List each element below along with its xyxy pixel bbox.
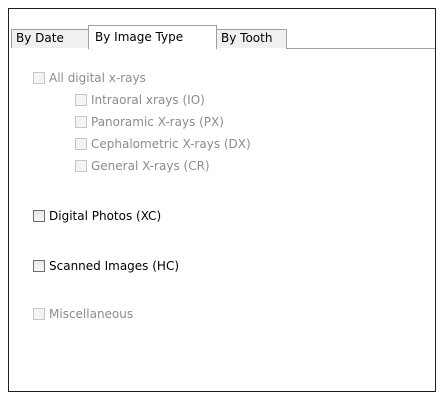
panoramic-xrays-checkbox[interactable]: Panoramic X-rays (PX)	[75, 113, 224, 131]
checkbox-label: Intraoral xrays (IO)	[91, 93, 205, 107]
checkbox-box[interactable]	[33, 260, 45, 272]
all-digital-xrays-checkbox[interactable]: All digital x-rays	[33, 69, 146, 87]
checkbox-box[interactable]	[33, 210, 45, 222]
tab-strip: By Date By Image Type By Tooth	[9, 25, 435, 49]
tab-by-image-type[interactable]: By Image Type	[88, 25, 217, 49]
checkbox-label: All digital x-rays	[49, 71, 146, 85]
general-xrays-checkbox[interactable]: General X-rays (CR)	[75, 157, 210, 175]
intraoral-xrays-checkbox[interactable]: Intraoral xrays (IO)	[75, 91, 205, 109]
checkbox-label: Miscellaneous	[49, 307, 134, 321]
scanned-images-checkbox[interactable]: Scanned Images (HC)	[33, 257, 179, 275]
checkbox-box[interactable]	[75, 116, 87, 128]
tab-by-date[interactable]: By Date	[11, 29, 89, 48]
image-filter-window: By Date By Image Type By Tooth All digit…	[8, 8, 436, 392]
checkbox-box[interactable]	[75, 160, 87, 172]
checkbox-box[interactable]	[75, 94, 87, 106]
checkbox-label: Digital Photos (XC)	[49, 209, 162, 223]
miscellaneous-checkbox[interactable]: Miscellaneous	[33, 305, 133, 323]
digital-photos-checkbox[interactable]: Digital Photos (XC)	[33, 207, 161, 225]
tab-by-tooth[interactable]: By Tooth	[216, 29, 287, 48]
cephalometric-xrays-checkbox[interactable]: Cephalometric X-rays (DX)	[75, 135, 251, 153]
checkbox-label: Scanned Images (HC)	[49, 259, 180, 273]
checkbox-label: Panoramic X-rays (PX)	[91, 115, 224, 129]
checkbox-label: General X-rays (CR)	[91, 159, 210, 173]
checkbox-box[interactable]	[75, 138, 87, 150]
image-type-panel: All digital x-rays Intraoral xrays (IO) …	[11, 49, 433, 389]
checkbox-box[interactable]	[33, 308, 45, 320]
checkbox-label: Cephalometric X-rays (DX)	[91, 137, 251, 151]
checkbox-box[interactable]	[33, 72, 45, 84]
